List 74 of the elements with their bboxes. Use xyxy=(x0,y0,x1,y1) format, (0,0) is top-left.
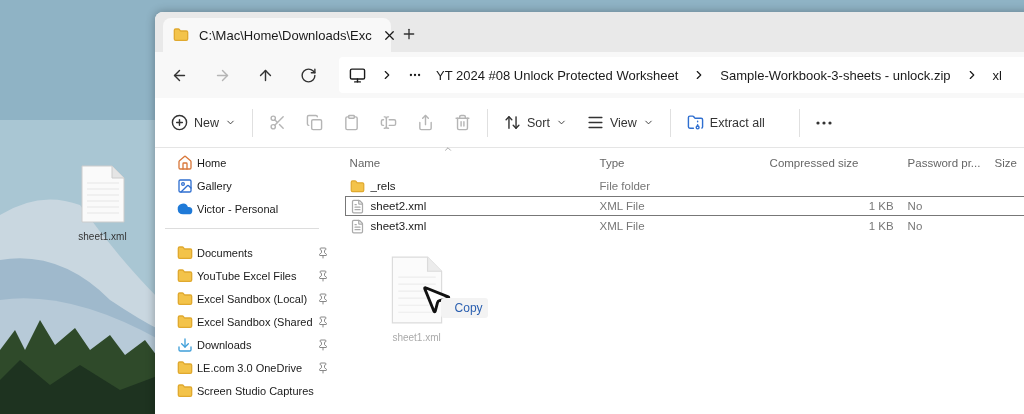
column-header[interactable]: Type xyxy=(595,157,766,169)
table-cell-text: File folder xyxy=(598,180,652,192)
plus-icon xyxy=(401,26,417,42)
more-icon xyxy=(815,120,832,125)
file-name[interactable]: sheet3.xml xyxy=(370,220,427,232)
pin-icon[interactable] xyxy=(316,292,329,305)
pin-icon[interactable] xyxy=(316,338,329,351)
sidebar-item[interactable]: Documents xyxy=(177,241,331,264)
pin-icon[interactable] xyxy=(316,269,329,282)
view-button[interactable]: View xyxy=(582,110,658,135)
sidebar-item[interactable]: Screen Studio Captures xyxy=(177,379,331,402)
pin-icon[interactable] xyxy=(316,246,329,259)
sidebar-item[interactable]: Victor - Personal xyxy=(177,197,331,220)
folder-icon xyxy=(173,27,189,43)
folder-icon xyxy=(177,359,193,376)
sidebar-item[interactable]: YouTube Excel Files xyxy=(177,264,331,287)
breadcrumb[interactable]: Sample-Workbook-3-sheets - unlock.zip xyxy=(720,67,951,83)
file-icon xyxy=(349,198,365,214)
file-icon xyxy=(80,165,125,223)
table-cell-text: 1 KB xyxy=(867,200,895,212)
refresh-icon xyxy=(300,66,317,84)
file-name[interactable]: _rels xyxy=(370,180,396,192)
table-cell-text: No xyxy=(906,200,924,212)
pin-icon[interactable] xyxy=(316,361,329,374)
copy-icon xyxy=(306,114,323,131)
table-cell-text: No xyxy=(906,220,924,232)
sidebar-item[interactable]: Excel Sandbox (Shared xyxy=(177,310,331,333)
extract-button[interactable]: Extract all xyxy=(682,110,769,135)
file-icon xyxy=(349,218,365,234)
sidebar-item[interactable]: Gallery xyxy=(177,174,331,197)
downloads-icon xyxy=(177,336,193,353)
file-name[interactable]: sheet2.xml xyxy=(370,200,427,212)
cut-icon xyxy=(269,114,286,131)
table-cell-text: 1 KB xyxy=(867,220,895,232)
paste-icon xyxy=(343,114,360,131)
sort-icon xyxy=(504,114,521,131)
focused-row[interactable]: sheet2.xml XML File 1 KB No xyxy=(344,196,1024,216)
monitor-icon xyxy=(349,66,366,84)
new-icon xyxy=(171,114,188,131)
pin-icon[interactable] xyxy=(316,315,329,328)
rename-icon xyxy=(380,114,397,131)
column-header[interactable]: Compressed size xyxy=(765,157,904,169)
address-bar[interactable]: YT 2024 #08 Unlock Protected Worksheet Sample-Workbook-3-sheets - unlock.zip xl xyxy=(339,57,1024,93)
folder-icon xyxy=(177,313,193,330)
new-button[interactable]: New xyxy=(167,110,240,135)
sidebar-item[interactable]: LE.com 3.0 OneDrive xyxy=(177,356,331,379)
icon-label[interactable]: sheet1.xml xyxy=(78,231,127,242)
dragged-file-label: sheet1.xml xyxy=(392,332,441,343)
table-cell-text: XML File xyxy=(598,220,646,232)
view-icon xyxy=(586,114,604,131)
folder-icon xyxy=(177,382,193,399)
share-icon xyxy=(417,114,434,131)
extract-icon xyxy=(686,114,704,131)
folder-icon xyxy=(177,290,193,307)
tab[interactable]: C:\Mac\Home\Downloads\Exc xyxy=(163,18,391,52)
delete-icon xyxy=(454,114,471,131)
column-header[interactable]: Size xyxy=(990,157,1024,169)
drag-action-tooltip: Copy xyxy=(440,298,488,318)
home-icon xyxy=(177,154,193,171)
sort-button[interactable]: Sort xyxy=(500,110,571,135)
sidebar-item[interactable]: Downloads xyxy=(177,333,331,356)
gallery-icon xyxy=(177,177,193,194)
column-header[interactable]: Name xyxy=(345,157,596,169)
sort-caret-icon xyxy=(442,144,453,154)
sidebar-item[interactable]: Home xyxy=(177,151,331,174)
sidebar-item[interactable]: Excel Sandbox (Local) xyxy=(177,287,331,310)
folder-icon xyxy=(177,267,193,284)
folder-icon xyxy=(349,178,365,194)
column-header[interactable]: Password pr... xyxy=(903,157,991,169)
breadcrumb[interactable]: xl xyxy=(992,67,1002,83)
breadcrumb[interactable]: YT 2024 #08 Unlock Protected Worksheet xyxy=(436,67,679,83)
table-cell-text: XML File xyxy=(598,200,646,212)
dragged-file-icon xyxy=(390,256,443,324)
folder-icon xyxy=(177,244,193,261)
